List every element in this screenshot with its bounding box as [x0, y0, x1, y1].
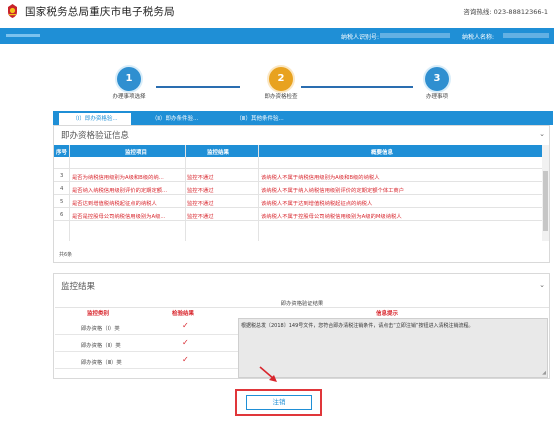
- monitor-row: 即办资格（Ⅰ）类 ✓: [55, 318, 238, 335]
- bar-placeholder: [6, 34, 40, 37]
- verification-title: 即办资格验证信息: [61, 131, 130, 141]
- monitor-results-panel: 监控结果 ⌄ 即办资格验证结果 监控类别 检验结果 信息提示 即办资格（Ⅰ）类 …: [53, 273, 550, 379]
- step-connector-1: [156, 86, 240, 88]
- step-1-circle: 1: [117, 67, 141, 91]
- tab-condition-2[interactable]: （Ⅱ）即办条件验...: [135, 113, 215, 125]
- highlight-frame: 注销: [235, 389, 322, 416]
- col-summary: 概要信息: [371, 150, 394, 156]
- table-row: 3 是否为纳税信用级别为A级和B级的纳... 监控不通过 该纳税人不属于纳税信用…: [54, 169, 542, 182]
- monitor-title: 监控结果: [61, 282, 96, 292]
- taxpayer-id-value-masked: [380, 33, 450, 38]
- taxpayer-name-value-masked: [503, 33, 549, 38]
- row-no: 5: [60, 199, 64, 205]
- row-item: 是否纳入纳税信用级别评价的定期定额...: [72, 188, 168, 194]
- hotline-text: 咨询热线: 023-88812366-1: [463, 8, 548, 16]
- col-no: 序号: [56, 150, 68, 156]
- col-category: 监控类别: [87, 311, 110, 317]
- col-item: 监控项目: [125, 150, 148, 156]
- monitor-subtitle: 即办资格验证结果: [55, 299, 549, 308]
- step-2-circle: 2: [269, 67, 293, 91]
- row-item: 是否为纳税信用级别为A级和B级的纳...: [72, 175, 164, 181]
- site-header: 国家税务总局重庆市电子税务局 咨询热线: 023-88812366-1: [0, 0, 554, 28]
- column-divider: [185, 145, 186, 241]
- red-arrow-annotation: [259, 366, 277, 382]
- site-title: 国家税务总局重庆市电子税务局: [25, 6, 175, 18]
- row-no: 4: [60, 186, 64, 192]
- tax-emblem-logo: [8, 4, 17, 18]
- column-divider: [258, 145, 259, 241]
- row-result: 监控不通过: [187, 188, 214, 194]
- step-3-circle: 3: [425, 67, 449, 91]
- check-icon: ✓: [182, 355, 189, 364]
- step-connector-2: [301, 86, 413, 88]
- table-row: 6 是否是控股母公司纳税信用级别为A级... 监控不通过 该纳税人不属于控股母公…: [54, 208, 542, 221]
- col-info: 信息提示: [376, 311, 399, 317]
- taxpayer-name-label: 纳税人名称:: [462, 34, 495, 41]
- tab-bar: （Ⅰ）即办资格验... （Ⅱ）即办条件验... （Ⅲ）其他条件验...: [53, 111, 553, 125]
- check-icon: ✓: [182, 338, 189, 347]
- table-row: 5 是否达到增值税纳税起征点的纳税人 监控不通过 该纳税人不属于达到增值税纳税起…: [54, 195, 542, 208]
- monitor-row: 即办资格（Ⅱ）类 ✓: [55, 335, 238, 352]
- monitor-category: 即办资格（Ⅰ）类: [81, 326, 120, 332]
- scrollbar-thumb[interactable]: [543, 171, 548, 231]
- monitor-category: 即办资格（Ⅲ）类: [81, 360, 122, 366]
- tab-condition-3[interactable]: （Ⅲ）其他条件验...: [219, 113, 301, 125]
- step-3-label: 办理事项: [425, 94, 448, 100]
- table-scrollbar[interactable]: [542, 145, 549, 241]
- step-2-label: 即办资格检查: [264, 94, 298, 100]
- total-count: 共6条: [59, 252, 73, 258]
- info-textarea[interactable]: 根据税总发〔2018〕149号文件，您符合即办清税注销条件，请点击“立即注销”按…: [238, 318, 548, 378]
- row-item: 是否达到增值税纳税起征点的纳税人: [72, 201, 157, 207]
- row-no: 6: [60, 212, 64, 218]
- check-icon: ✓: [182, 321, 189, 330]
- row-summary: 该纳税人不属于控股母公司纳税信用级别为A级的M级纳税人: [261, 214, 402, 220]
- col-check-result: 检验结果: [172, 311, 195, 317]
- table-row: 4 是否纳入纳税信用级别评价的定期定额... 监控不通过 该纳税人不属于纳入纳税…: [54, 182, 542, 195]
- row-summary: 该纳税人不属于达到增值税纳税起征点的纳税人: [261, 201, 373, 207]
- row-summary: 该纳税人不属于纳入纳税信用级别评价的定期定额个体工商户: [261, 188, 405, 194]
- row-item: 是否是控股母公司纳税信用级别为A级...: [72, 214, 166, 220]
- row-result: 监控不通过: [187, 201, 214, 207]
- row-result: 监控不通过: [187, 175, 214, 181]
- column-divider: [69, 145, 70, 241]
- taxpayer-id-label: 纳税人识别号:: [341, 34, 380, 41]
- row-result: 监控不通过: [187, 214, 214, 220]
- verification-table-header: 序号 监控项目 监控结果 概要信息: [54, 145, 542, 157]
- deregister-button[interactable]: 注销: [246, 395, 312, 410]
- row-summary: 该纳税人不属于纳税信用级别为A级和B级的纳税人: [261, 175, 380, 181]
- taxpayer-info-bar: 纳税人识别号: 纳税人名称:: [0, 28, 554, 44]
- step-1-label: 办理事项选择: [112, 94, 146, 100]
- monitor-row: 即办资格（Ⅲ）类 ✓: [55, 352, 238, 369]
- table-row: [54, 157, 542, 169]
- tab-condition-1[interactable]: （Ⅰ）即办资格验...: [59, 113, 131, 125]
- verification-panel: 即办资格验证信息 ⌄ 序号 监控项目 监控结果 概要信息 3 是否为纳税信用级别…: [53, 125, 550, 263]
- chevron-down-icon[interactable]: ⌄: [539, 130, 545, 138]
- monitor-category: 即办资格（Ⅱ）类: [81, 343, 121, 349]
- info-text: 根据税总发〔2018〕149号文件，您符合即办清税注销条件，请点击“立即注销”按…: [241, 323, 474, 329]
- row-no: 3: [60, 173, 64, 179]
- chevron-down-icon[interactable]: ⌄: [539, 281, 545, 289]
- resize-handle-icon[interactable]: ◢: [542, 370, 546, 376]
- col-result: 监控结果: [207, 150, 230, 156]
